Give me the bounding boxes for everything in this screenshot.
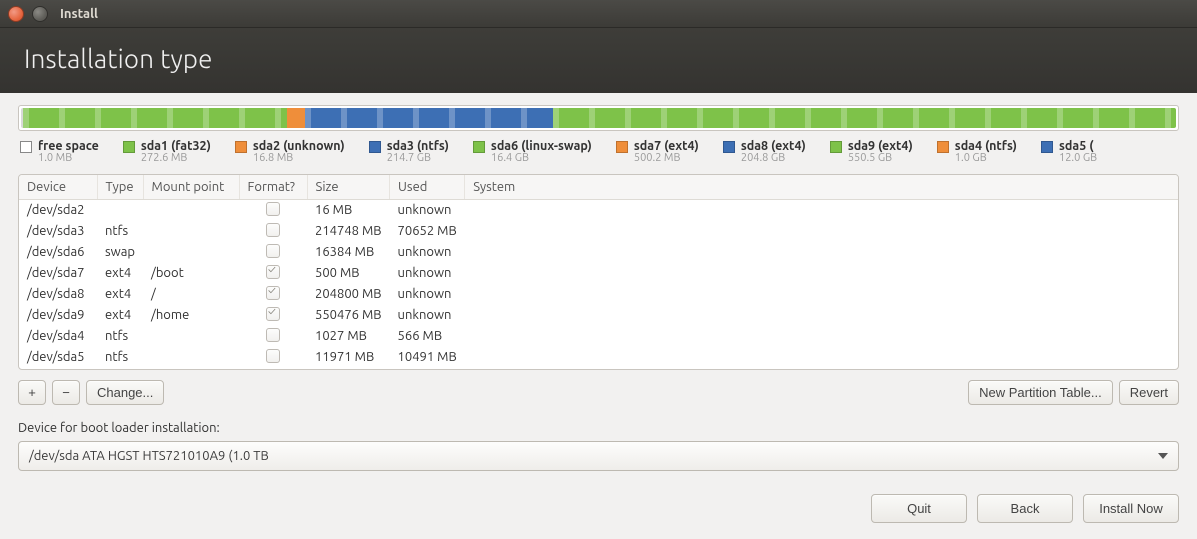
table-row[interactable]: /dev/sda4ntfs1027 MB566 MB: [19, 326, 1178, 347]
partition-segment[interactable]: [23, 108, 286, 128]
main-content: free space1.0 MB sda1 (fat32)272.6 MB sda2…: [0, 93, 1197, 471]
legend-label: free space: [38, 139, 99, 153]
col-type[interactable]: Type: [97, 175, 143, 199]
table-row[interactable]: /dev/sda216 MBunknown: [19, 199, 1178, 221]
table-row[interactable]: /dev/sda6swap16384 MBunknown: [19, 242, 1178, 263]
table-row[interactable]: /dev/sda9ext4/home550476 MBunknown: [19, 305, 1178, 326]
legend-size: 16.8 MB: [253, 153, 345, 164]
legend-item[interactable]: sda7 (ext4)500.2 MB: [616, 139, 699, 164]
change-partition-button[interactable]: Change...: [86, 380, 164, 405]
quit-button[interactable]: Quit: [871, 494, 967, 523]
legend-swatch-icon: [616, 141, 628, 153]
window-minimize-button[interactable]: [32, 6, 48, 22]
legend-size: 12.0 GB: [1059, 153, 1097, 164]
legend-label: sda1 (fat32): [141, 139, 211, 153]
legend-item[interactable]: sda5 (12.0 GB: [1041, 139, 1097, 164]
format-checkbox[interactable]: [266, 202, 280, 216]
partition-bar[interactable]: [18, 105, 1179, 131]
legend-label: sda8 (ext4): [741, 139, 806, 153]
legend-swatch-icon: [1041, 141, 1053, 153]
format-checkbox[interactable]: [266, 265, 280, 279]
remove-partition-button[interactable]: −: [52, 380, 80, 405]
legend-size: 500.2 MB: [634, 153, 699, 164]
col-format[interactable]: Format?: [239, 175, 307, 199]
legend-label: sda2 (unknown): [253, 139, 345, 153]
bootloader-label: Device for boot loader installation:: [18, 421, 1179, 435]
header: Installation type: [0, 28, 1197, 93]
legend-item[interactable]: sda3 (ntfs)214.7 GB: [369, 139, 449, 164]
format-checkbox[interactable]: [266, 349, 280, 363]
legend-label: sda5 (: [1059, 139, 1097, 153]
partition-segment[interactable]: [305, 108, 553, 128]
legend-swatch-icon: [830, 141, 842, 153]
legend-size: 204.8 GB: [741, 153, 806, 164]
col-system[interactable]: System: [465, 175, 1178, 199]
legend-label: sda6 (linux-swap): [491, 139, 592, 153]
format-checkbox[interactable]: [266, 223, 280, 237]
table-row[interactable]: /dev/sda5ntfs11971 MB10491 MB: [19, 347, 1178, 368]
legend-label: sda7 (ext4): [634, 139, 699, 153]
legend-size: 214.7 GB: [387, 153, 449, 164]
format-checkbox[interactable]: [266, 244, 280, 258]
bootloader-select[interactable]: /dev/sda ATA HGST HTS721010A9 (1.0 TB: [18, 441, 1179, 471]
bootloader-value: /dev/sda ATA HGST HTS721010A9 (1.0 TB: [29, 449, 269, 463]
legend-size: 550.5 GB: [848, 153, 913, 164]
window-title: Install: [60, 7, 98, 21]
col-mount[interactable]: Mount point: [143, 175, 239, 199]
legend-item[interactable]: sda8 (ext4)204.8 GB: [723, 139, 806, 164]
legend-item[interactable]: sda2 (unknown)16.8 MB: [235, 139, 345, 164]
table-toolbar: + − Change... New Partition Table... Rev…: [18, 380, 1179, 405]
new-partition-table-button[interactable]: New Partition Table...: [968, 380, 1113, 405]
table-row[interactable]: /dev/sda8ext4/204800 MBunknown: [19, 284, 1178, 305]
table-header-row: Device Type Mount point Format? Size Use…: [19, 175, 1178, 199]
revert-button[interactable]: Revert: [1119, 380, 1179, 405]
legend-item[interactable]: sda1 (fat32)272.6 MB: [123, 139, 211, 164]
legend-label: sda4 (ntfs): [955, 139, 1017, 153]
legend-size: 16.4 GB: [491, 153, 592, 164]
legend-item[interactable]: free space1.0 MB: [20, 139, 99, 164]
partition-table[interactable]: Device Type Mount point Format? Size Use…: [18, 174, 1179, 370]
format-checkbox[interactable]: [266, 328, 280, 342]
legend-size: 1.0 GB: [955, 153, 1017, 164]
legend-label: sda3 (ntfs): [387, 139, 449, 153]
legend-swatch-icon: [473, 141, 485, 153]
legend-item[interactable]: sda4 (ntfs)1.0 GB: [937, 139, 1017, 164]
col-used[interactable]: Used: [390, 175, 465, 199]
legend-swatch-icon: [723, 141, 735, 153]
col-device[interactable]: Device: [19, 175, 97, 199]
legend-size: 1.0 MB: [38, 153, 99, 164]
legend-swatch-icon: [369, 141, 381, 153]
add-partition-button[interactable]: +: [18, 380, 46, 405]
legend-item[interactable]: sda6 (linux-swap)16.4 GB: [473, 139, 592, 164]
footer: Quit Back Install Now: [0, 480, 1197, 539]
legend-swatch-icon: [235, 141, 247, 153]
partition-segment[interactable]: [287, 108, 305, 128]
table-row[interactable]: /dev/sda7ext4/boot500 MBunknown: [19, 263, 1178, 284]
partition-legend: free space1.0 MB sda1 (fat32)272.6 MB sda2…: [18, 137, 1179, 174]
legend-swatch-icon: [123, 141, 135, 153]
titlebar: Install: [0, 0, 1197, 28]
legend-item[interactable]: sda9 (ext4)550.5 GB: [830, 139, 913, 164]
legend-swatch-icon: [937, 141, 949, 153]
legend-size: 272.6 MB: [141, 153, 211, 164]
install-now-button[interactable]: Install Now: [1083, 494, 1179, 523]
col-size[interactable]: Size: [307, 175, 390, 199]
format-checkbox[interactable]: [266, 286, 280, 300]
table-row[interactable]: /dev/sda3ntfs214748 MB70652 MB: [19, 221, 1178, 242]
window-close-button[interactable]: [8, 6, 24, 22]
chevron-down-icon: [1158, 453, 1168, 459]
legend-swatch-icon: [20, 141, 32, 153]
partition-segment[interactable]: [553, 108, 1176, 128]
page-title: Installation type: [24, 44, 1173, 73]
back-button[interactable]: Back: [977, 494, 1073, 523]
legend-label: sda9 (ext4): [848, 139, 913, 153]
format-checkbox[interactable]: [266, 307, 280, 321]
